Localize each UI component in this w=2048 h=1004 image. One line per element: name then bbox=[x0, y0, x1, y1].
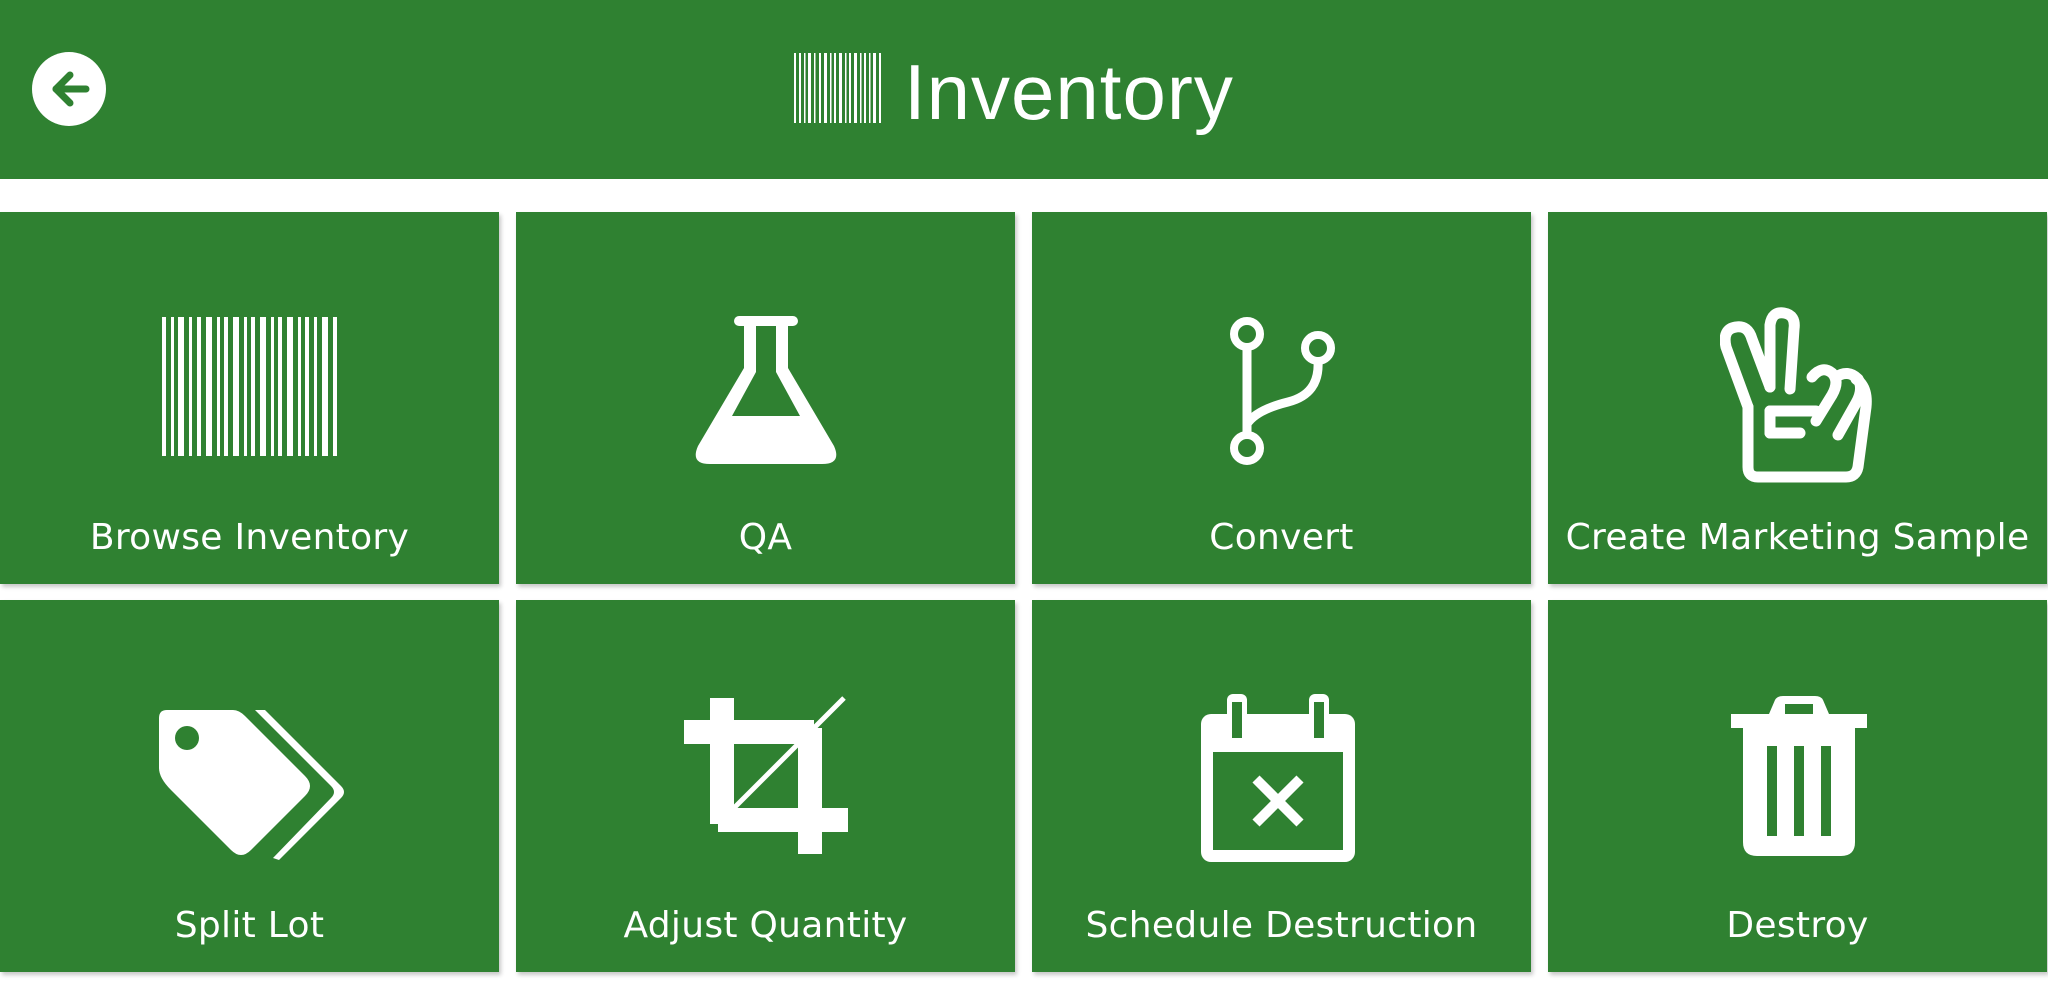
tile-qa[interactable]: QA bbox=[516, 212, 1015, 584]
barcode-icon bbox=[162, 317, 337, 456]
tile-destroy[interactable]: Destroy bbox=[1548, 600, 2047, 972]
calendar-cross-icon bbox=[1201, 694, 1355, 862]
tile-label: Create Marketing Sample bbox=[1565, 517, 2030, 558]
tile-label: Destroy bbox=[1726, 905, 1869, 946]
tile-adjust-quantity[interactable]: Adjust Quantity bbox=[516, 600, 1015, 972]
tile-create-marketing-sample[interactable]: Create Marketing Sample bbox=[1548, 212, 2047, 584]
app-header: Inventory bbox=[0, 0, 2048, 179]
crop-icon bbox=[684, 696, 848, 854]
tile-label: QA bbox=[738, 517, 793, 558]
branch-icon bbox=[1230, 317, 1335, 465]
tile-convert[interactable]: Convert bbox=[1032, 212, 1531, 584]
arrow-left-circle-icon bbox=[52, 71, 90, 107]
tags-icon bbox=[159, 710, 344, 860]
tile-label: Browse Inventory bbox=[89, 517, 410, 558]
page-title: Inventory bbox=[904, 48, 1234, 136]
page-title-group: Inventory bbox=[794, 38, 1234, 138]
tile-label: Adjust Quantity bbox=[623, 905, 908, 946]
barcode-icon bbox=[794, 53, 881, 123]
tile-browse-inventory[interactable]: Browse Inventory bbox=[0, 212, 499, 584]
tile-schedule-destruction[interactable]: Schedule Destruction bbox=[1032, 600, 1531, 972]
trash-icon bbox=[1731, 696, 1867, 856]
tile-split-lot[interactable]: Split Lot bbox=[0, 600, 499, 972]
peace-hand-icon bbox=[1720, 307, 1872, 483]
flask-icon bbox=[695, 316, 837, 464]
tile-label: Convert bbox=[1209, 517, 1354, 558]
back-button[interactable] bbox=[32, 52, 106, 126]
tile-label: Schedule Destruction bbox=[1085, 905, 1478, 946]
tile-label: Split Lot bbox=[174, 905, 325, 946]
